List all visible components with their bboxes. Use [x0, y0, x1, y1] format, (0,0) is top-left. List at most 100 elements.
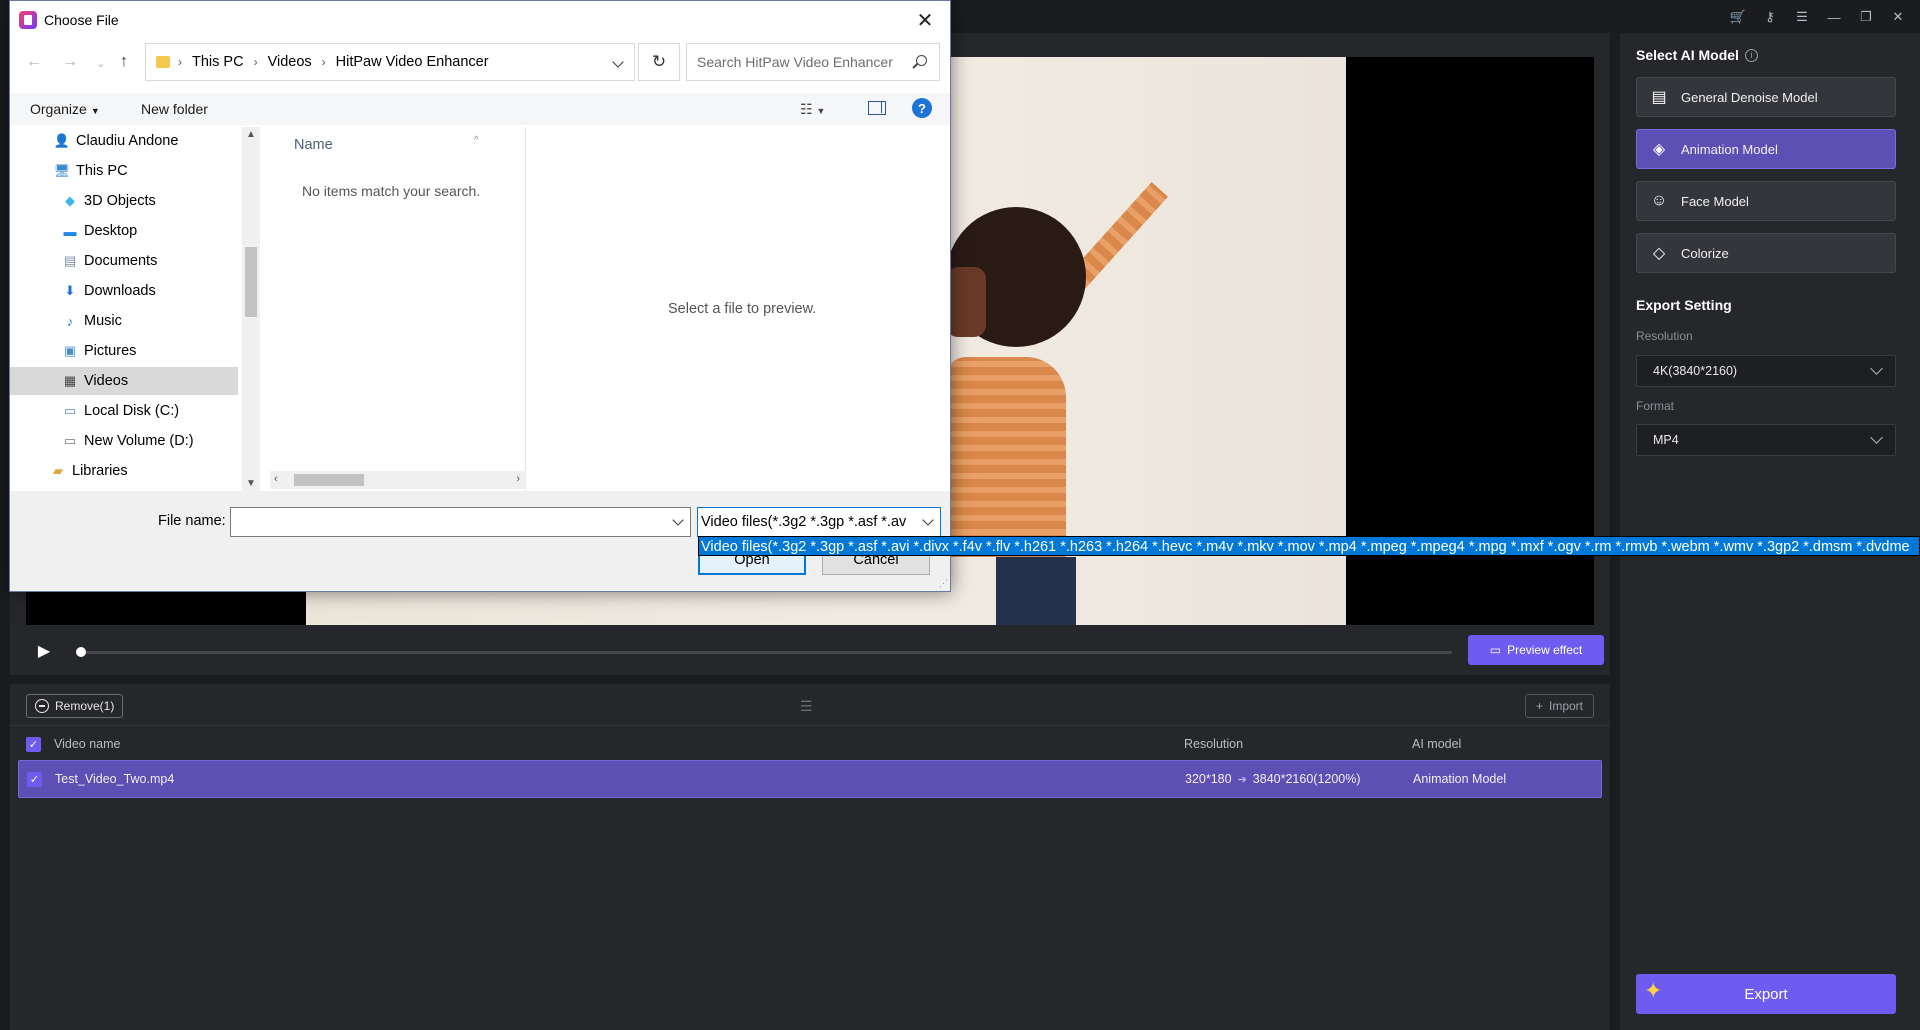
tree-item-label: Pictures: [84, 343, 137, 359]
breadcrumb-this-pc[interactable]: This PC: [192, 54, 244, 70]
chevron-right-icon[interactable]: ›: [516, 473, 520, 485]
minimize-icon[interactable]: —: [1820, 6, 1848, 28]
music-icon: ♪: [66, 313, 74, 329]
chevron-up-icon[interactable]: ▲: [246, 129, 256, 140]
help-icon[interactable]: ?: [912, 98, 932, 118]
view-options-icon[interactable]: ☷ ▼: [800, 101, 825, 118]
breadcrumb-videos[interactable]: Videos: [268, 54, 312, 70]
new-folder-button[interactable]: New folder: [141, 101, 208, 117]
model-face[interactable]: ☺ Face Model: [1636, 181, 1896, 221]
progress-knob[interactable]: [76, 647, 86, 657]
tree-item-local-disk-c[interactable]: ▭ Local Disk (C:): [10, 397, 238, 425]
import-button[interactable]: + Import: [1524, 694, 1594, 718]
tree-item-claudiu-andone[interactable]: 👤 Claudiu Andone: [10, 127, 238, 155]
info-icon[interactable]: i: [1744, 48, 1758, 62]
model-label: Animation Model: [1681, 141, 1778, 157]
export-setting-title: Export Setting: [1636, 297, 1732, 313]
up-arrow-icon[interactable]: ↑: [120, 53, 128, 71]
magic-wand-icon: ✦: [1644, 978, 1663, 1003]
tree-item-new-volume-d[interactable]: ▭ New Volume (D:): [10, 427, 238, 455]
chevron-down-icon[interactable]: [612, 56, 624, 68]
resolution-select[interactable]: 4K(3840*2160): [1636, 355, 1896, 387]
export-button[interactable]: ✦ Export: [1636, 974, 1896, 1014]
back-arrow-icon[interactable]: ←: [26, 53, 42, 71]
search-input[interactable]: Search HitPaw Video Enhancer: [686, 43, 940, 81]
tree-item-documents[interactable]: ▤ Documents: [10, 247, 238, 275]
scrollbar-thumb[interactable]: [245, 247, 257, 317]
model-animation[interactable]: ◈ Animation Model: [1636, 129, 1896, 169]
format-value: MP4: [1653, 433, 1679, 447]
tree-item-libraries[interactable]: ▰ Libraries: [10, 457, 238, 485]
resize-grip-icon[interactable]: ⋰: [939, 578, 948, 589]
column-name-label: Name: [294, 137, 333, 153]
export-label: Export: [1744, 985, 1788, 1003]
preview-effect-button[interactable]: ▭ Preview effect: [1468, 635, 1604, 665]
document-icon: ▤: [63, 253, 77, 268]
chevron-left-icon[interactable]: ‹: [274, 473, 278, 485]
settings-panel: Select AI Model i ▤ General Denoise Mode…: [1620, 33, 1920, 1030]
tree-item-downloads[interactable]: ⬇ Downloads: [10, 277, 238, 305]
video-icon: ▦: [63, 373, 77, 388]
header-ai-model: AI model: [1412, 737, 1462, 751]
table-row[interactable]: ✓ Test_Video_Two.mp4 320*180 ➔ 3840*2160(1…: [18, 760, 1602, 798]
camera-icon: ▭: [1489, 643, 1502, 657]
key-icon[interactable]: ⚷: [1756, 6, 1784, 28]
list-toolbar: Remove(1) ☰ + Import: [10, 684, 1610, 726]
file-list-hscrollbar[interactable]: ‹ ›: [270, 471, 526, 489]
model-label: Face Model: [1681, 193, 1749, 209]
file-type-option[interactable]: Video files(*.3g2 *.3gp *.asf *.avi *.di…: [698, 536, 1920, 556]
chevron-down-icon[interactable]: [672, 514, 684, 526]
select-all-checkbox[interactable]: ✓: [26, 737, 41, 752]
remove-button[interactable]: Remove(1): [26, 694, 124, 718]
cart-icon[interactable]: 🛒: [1724, 6, 1752, 28]
organize-label: Organize: [30, 101, 87, 117]
tree-item-pictures[interactable]: ▣ Pictures: [10, 337, 238, 365]
preview-pane-icon[interactable]: [868, 101, 886, 115]
restore-icon[interactable]: ❐: [1852, 6, 1880, 28]
menu-icon[interactable]: ☰: [1788, 6, 1816, 28]
format-select[interactable]: MP4: [1636, 424, 1896, 456]
breadcrumb-separator-icon: ›: [321, 55, 326, 69]
tree-scrollbar[interactable]: ▲ ▼: [242, 127, 260, 491]
app-logo-icon: [19, 11, 37, 29]
chevron-down-icon: [922, 514, 934, 526]
close-icon[interactable]: ✕: [1884, 6, 1912, 28]
address-bar[interactable]: › This PC › Videos › HitPaw Video Enhanc…: [145, 43, 635, 81]
tree-item-this-pc[interactable]: 🖥 This PC: [10, 157, 238, 185]
command-bar: Organize ▼ New folder ☷ ▼ ?: [10, 93, 950, 125]
collapse-handle-icon[interactable]: ☰: [800, 698, 813, 715]
model-colorize[interactable]: ◇ Colorize: [1636, 233, 1896, 273]
scrollbar-thumb[interactable]: [294, 474, 364, 486]
column-header-name[interactable]: Name ^: [294, 135, 479, 153]
tree-item-desktop[interactable]: ▬ Desktop: [10, 217, 238, 245]
forward-arrow-icon[interactable]: →: [62, 53, 78, 71]
character-legs: [996, 557, 1076, 625]
organize-button[interactable]: Organize ▼: [30, 101, 100, 117]
file-name-label: File name:: [158, 513, 226, 529]
recent-dropdown-icon[interactable]: ⌄: [96, 57, 105, 70]
chevron-down-icon[interactable]: ▼: [246, 478, 256, 489]
tree-item-videos[interactable]: ▦ Videos: [10, 367, 238, 395]
breadcrumb-separator-icon: ›: [178, 55, 182, 69]
refresh-button[interactable]: ↻: [638, 43, 680, 81]
user-folder-icon: 👤: [53, 133, 71, 148]
tree-item-label: Downloads: [84, 283, 156, 299]
model-label: Colorize: [1681, 245, 1729, 261]
tree-item-label: Libraries: [72, 463, 128, 479]
file-type-select[interactable]: Video files(*.3g2 *.3gp *.asf *.av: [697, 507, 941, 537]
dialog-close-button[interactable]: ✕: [910, 5, 940, 35]
tree-item-music[interactable]: ♪ Music: [10, 307, 238, 335]
file-list: Name ^ No items match your search.: [262, 127, 526, 491]
tree-item-label: Claudiu Andone: [76, 133, 179, 149]
breadcrumb-hitpaw[interactable]: HitPaw Video Enhancer: [336, 54, 489, 70]
arrow-right-icon: ➔: [1237, 774, 1247, 786]
play-icon[interactable]: ▶: [34, 641, 54, 661]
file-name-input[interactable]: [230, 507, 691, 537]
model-general-denoise[interactable]: ▤ General Denoise Model: [1636, 77, 1896, 117]
select-ai-model-label: Select AI Model: [1636, 47, 1739, 63]
row-checkbox[interactable]: ✓: [27, 772, 42, 787]
cube-icon: ◆: [65, 193, 75, 208]
tree-item-3d-objects[interactable]: ◆ 3D Objects: [10, 187, 238, 215]
tree-item-label: Local Disk (C:): [84, 403, 180, 419]
progress-slider[interactable]: [76, 647, 1452, 657]
